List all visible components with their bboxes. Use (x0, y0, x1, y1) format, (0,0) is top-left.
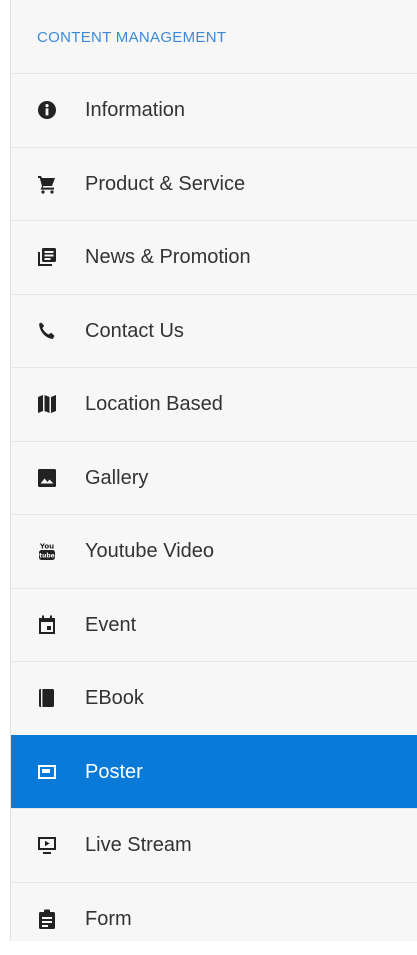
content-management-sidebar: CONTENT MANAGEMENT Information Product &… (10, 0, 417, 941)
sidebar-item-label: Information (85, 100, 185, 120)
newspaper-icon (37, 247, 57, 267)
sidebar-item-information[interactable]: Information (11, 73, 417, 147)
sidebar-item-label: Event (85, 615, 136, 635)
sidebar-item-label: Live Stream (85, 835, 192, 855)
svg-text:tube: tube (39, 553, 55, 560)
sidebar-item-label: EBook (85, 688, 144, 708)
sidebar-item-form[interactable]: Form (11, 882, 417, 955)
sidebar-item-label: Location Based (85, 394, 223, 414)
sidebar-item-live-stream[interactable]: Live Stream (11, 808, 417, 882)
sidebar-item-poster[interactable]: Poster (11, 735, 417, 809)
poster-icon (37, 762, 57, 782)
sidebar-item-label: Youtube Video (85, 541, 214, 561)
map-icon (37, 394, 57, 414)
sidebar-item-contact-us[interactable]: Contact Us (11, 294, 417, 368)
content-menu: Information Product & Service News & Pro… (11, 73, 417, 955)
sidebar-item-product-service[interactable]: Product & Service (11, 147, 417, 221)
youtube-icon: You tube (37, 541, 57, 561)
sidebar-item-label: Product & Service (85, 174, 245, 194)
phone-icon (37, 321, 57, 341)
section-title: CONTENT MANAGEMENT (11, 0, 417, 73)
sidebar-item-label: Contact Us (85, 321, 184, 341)
sidebar-item-location-based[interactable]: Location Based (11, 367, 417, 441)
calendar-icon (37, 615, 57, 635)
book-icon (37, 688, 57, 708)
sidebar-item-gallery[interactable]: Gallery (11, 441, 417, 515)
sidebar-item-youtube-video[interactable]: You tube Youtube Video (11, 514, 417, 588)
sidebar-item-event[interactable]: Event (11, 588, 417, 662)
sidebar-item-label: Form (85, 909, 132, 929)
sidebar-item-news-promotion[interactable]: News & Promotion (11, 220, 417, 294)
live-stream-icon (37, 835, 57, 855)
image-icon (37, 468, 57, 488)
info-circle-icon (37, 100, 57, 120)
sidebar-item-label: News & Promotion (85, 247, 251, 267)
sidebar-item-ebook[interactable]: EBook (11, 661, 417, 735)
sidebar-item-label: Poster (85, 762, 143, 782)
svg-text:You: You (39, 543, 54, 551)
shopping-cart-icon (37, 174, 57, 194)
clipboard-icon (37, 909, 57, 929)
sidebar-item-label: Gallery (85, 468, 148, 488)
